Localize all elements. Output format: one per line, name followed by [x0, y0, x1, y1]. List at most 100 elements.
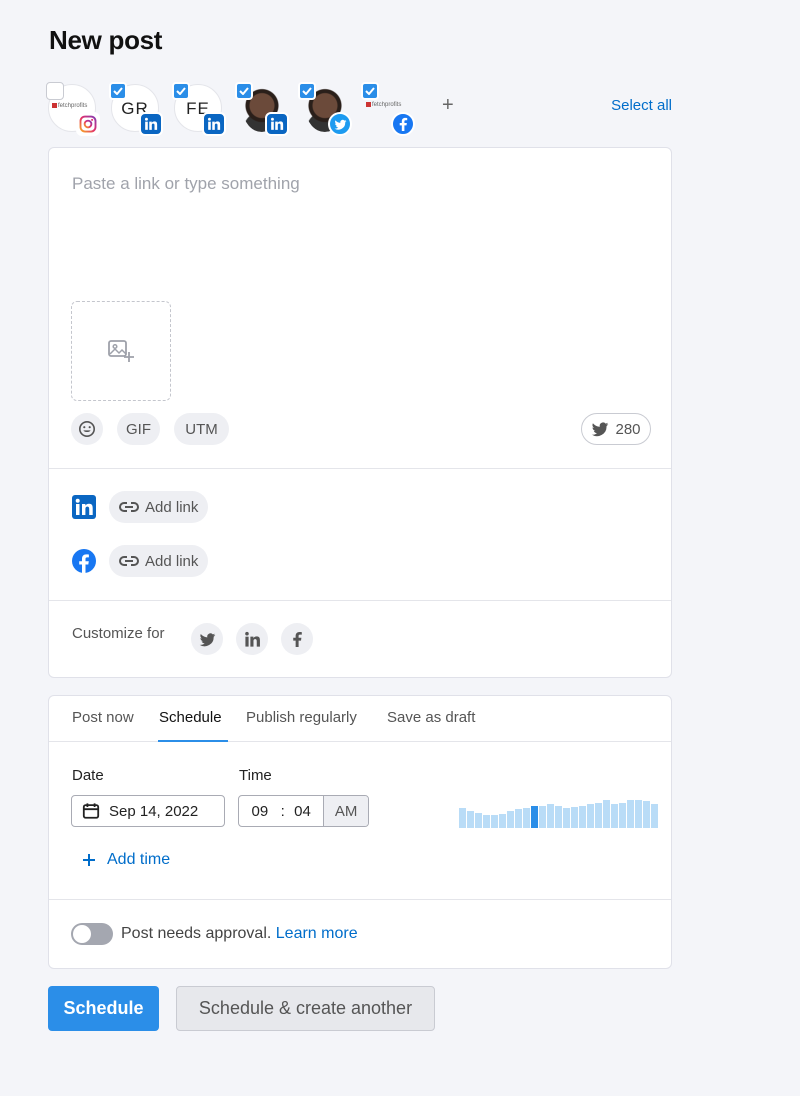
time-picker: 09 : 04 AM	[238, 795, 369, 827]
page-title: New post	[49, 25, 163, 55]
activity-bar	[579, 806, 586, 828]
activity-bar	[571, 807, 578, 828]
activity-bar	[611, 804, 618, 828]
add-image-icon	[108, 340, 134, 362]
add-time-button[interactable]: Add time	[83, 851, 170, 869]
linkedin-icon	[139, 112, 163, 136]
facebook-icon	[72, 549, 96, 573]
add-link-button[interactable]: Add link	[109, 491, 209, 523]
account-fe-linkedin[interactable]: FE	[172, 82, 226, 136]
account-fetchprofits-instagram[interactable]: fetchprofits	[46, 82, 100, 136]
link-icon	[119, 556, 139, 566]
schedule-and-create-another-button[interactable]: Schedule & create another	[176, 986, 435, 1031]
activity-bar	[619, 803, 626, 828]
activity-bar	[643, 801, 650, 828]
time-label: Time	[239, 767, 272, 784]
activity-bar	[531, 806, 538, 828]
post-text-input[interactable]: Paste a link or type something	[72, 174, 300, 194]
emoji-button[interactable]	[71, 413, 103, 445]
divider	[49, 468, 671, 469]
linkedin-icon	[202, 112, 226, 136]
twitter-character-counter: 280	[581, 413, 651, 445]
linkedin-link-row: Add link	[71, 491, 371, 523]
customize-linkedin-button[interactable]	[236, 623, 268, 655]
calendar-icon	[82, 803, 100, 819]
composer-toolbar: GIF UTM 280	[71, 413, 651, 445]
active-tab-indicator	[158, 740, 228, 742]
learn-more-link[interactable]: Learn more	[276, 925, 358, 942]
linkedin-icon	[72, 495, 96, 519]
account-selector: fetchprofits GR FE fetchprofits + Select…	[46, 82, 672, 136]
approval-toggle[interactable]	[71, 923, 113, 945]
twitter-icon	[592, 422, 609, 437]
gif-button[interactable]: GIF	[117, 413, 160, 445]
activity-bar	[459, 808, 466, 828]
twitter-icon	[328, 112, 352, 136]
divider	[49, 600, 671, 601]
date-picker[interactable]: Sep 14, 2022	[71, 795, 225, 827]
activity-bar	[539, 806, 546, 828]
tab-save-as-draft[interactable]: Save as draft	[387, 709, 475, 726]
account-gr-linkedin[interactable]: GR	[109, 82, 163, 136]
divider	[49, 899, 671, 900]
add-account-button[interactable]: +	[442, 94, 454, 117]
link-icon	[119, 502, 139, 512]
schedule-card: Post now Schedule Publish regularly Save…	[48, 695, 672, 969]
activity-bar	[563, 808, 570, 828]
publish-tabs: Post now Schedule Publish regularly Save…	[49, 696, 671, 742]
activity-bar	[499, 814, 506, 828]
customize-twitter-button[interactable]	[191, 623, 223, 655]
select-all-link[interactable]: Select all	[611, 97, 672, 114]
account-photo-linkedin[interactable]	[235, 82, 289, 136]
activity-bar	[587, 804, 594, 828]
activity-bar	[483, 815, 490, 828]
account-checkbox[interactable]	[361, 82, 379, 100]
date-label: Date	[72, 767, 104, 784]
utm-button[interactable]: UTM	[174, 413, 229, 445]
activity-bar	[467, 811, 474, 828]
activity-bar	[507, 811, 514, 828]
add-time-label: Add time	[107, 851, 171, 868]
add-link-label: Add link	[145, 498, 199, 516]
account-checkbox[interactable]	[109, 82, 127, 100]
tab-publish-regularly[interactable]: Publish regularly	[246, 709, 357, 726]
activity-bar	[547, 804, 554, 828]
activity-bar	[651, 804, 658, 828]
activity-bar	[515, 809, 522, 828]
add-link-label: Add link	[145, 552, 199, 570]
account-logo-text: fetchprofits	[58, 103, 88, 110]
composer-card: Paste a link or type something GIF UTM 2…	[48, 147, 672, 678]
account-checkbox[interactable]	[46, 82, 64, 100]
tab-post-now[interactable]: Post now	[72, 709, 134, 726]
ampm-toggle[interactable]: AM	[323, 796, 368, 826]
best-time-activity-chart	[459, 796, 658, 828]
emoji-icon	[78, 420, 96, 438]
account-checkbox[interactable]	[298, 82, 316, 100]
instagram-icon	[76, 112, 100, 136]
facebook-icon	[391, 112, 415, 136]
customize-facebook-button[interactable]	[281, 623, 313, 655]
account-checkbox[interactable]	[172, 82, 190, 100]
account-logo-text: fetchprofits	[372, 102, 402, 109]
add-link-button[interactable]: Add link	[109, 545, 209, 577]
account-fetchprofits-facebook[interactable]: fetchprofits	[361, 82, 415, 136]
account-checkbox[interactable]	[235, 82, 253, 100]
account-photo-twitter[interactable]	[298, 82, 352, 136]
activity-bar	[603, 800, 610, 828]
minute-field[interactable]: 04	[282, 803, 324, 820]
facebook-icon	[293, 631, 302, 647]
linkedin-icon	[244, 631, 260, 647]
customize-label: Customize for	[72, 625, 165, 642]
hour-field[interactable]: 09	[239, 803, 281, 820]
image-upload-dropzone[interactable]	[71, 301, 171, 401]
activity-bar	[523, 808, 530, 828]
tab-schedule[interactable]: Schedule	[159, 709, 222, 726]
approval-text: Post needs approval. Learn more	[121, 925, 358, 943]
activity-bar	[475, 813, 482, 828]
activity-bar	[555, 806, 562, 828]
character-count: 280	[615, 420, 641, 438]
facebook-link-row: Add link	[71, 545, 371, 577]
date-value: Sep 14, 2022	[109, 802, 199, 820]
schedule-button[interactable]: Schedule	[48, 986, 159, 1031]
activity-bar	[595, 803, 602, 828]
